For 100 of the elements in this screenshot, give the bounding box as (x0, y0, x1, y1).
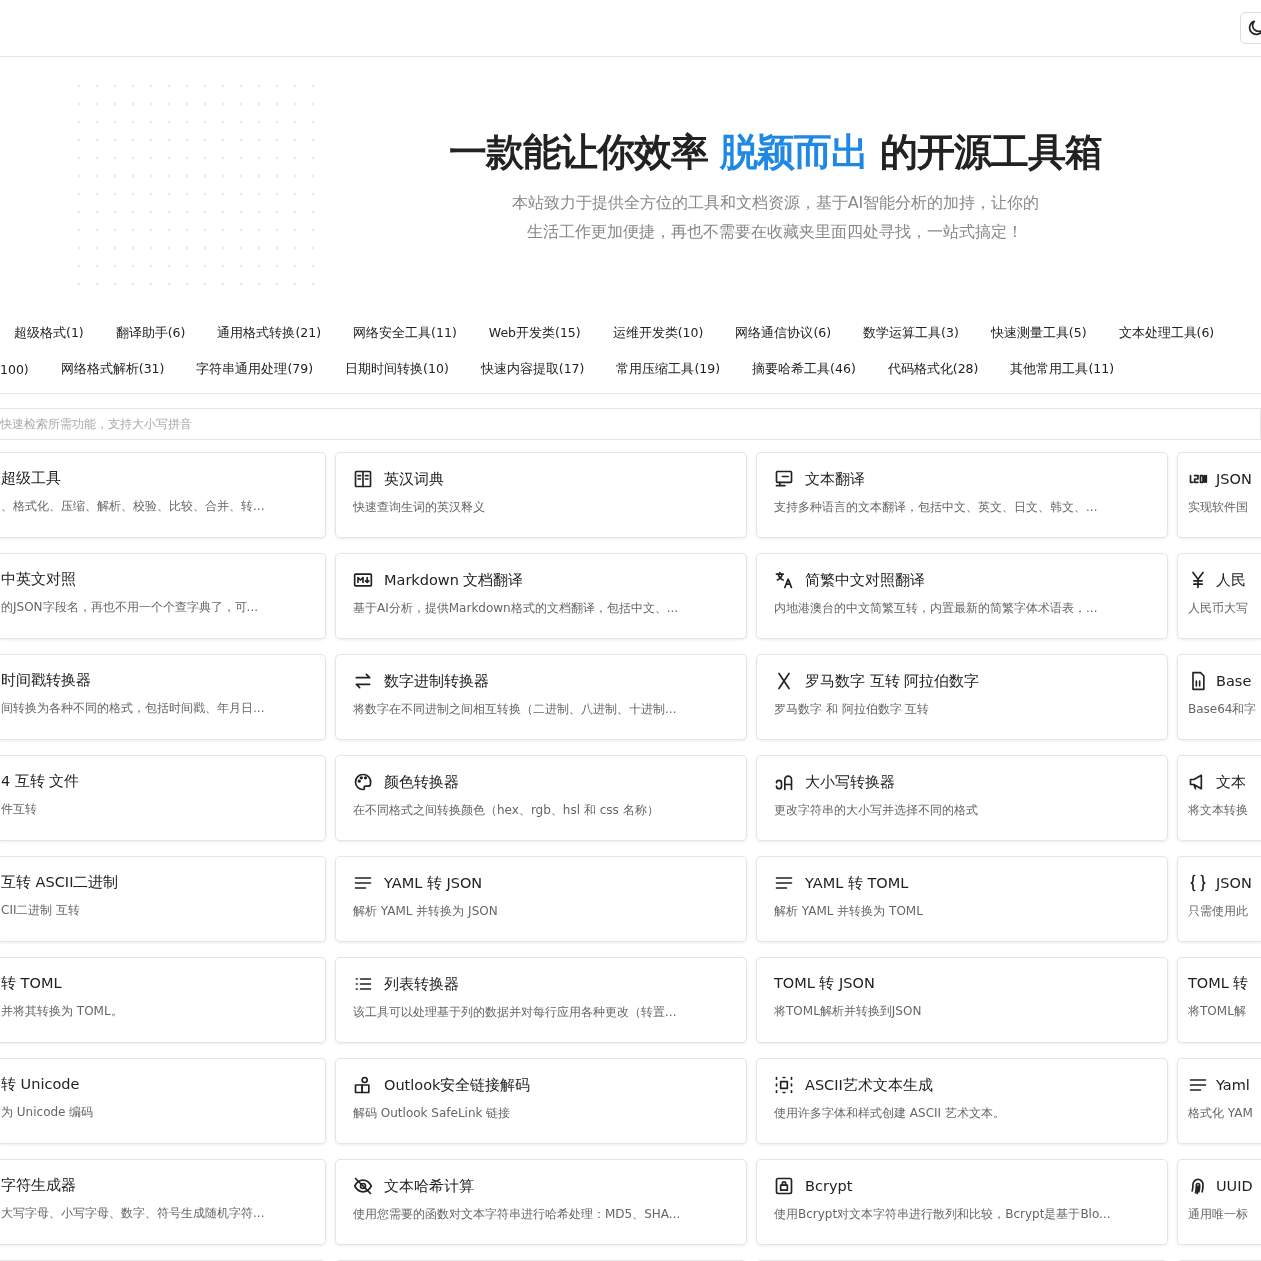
tool-description: Base64和字 (1188, 701, 1258, 718)
tool-title: 文本 (1216, 772, 1246, 792)
tool-title: 文本哈希计算 (384, 1176, 474, 1196)
focus-icon (774, 1075, 794, 1095)
tool-card[interactable]: JSON 实现软件国 (1177, 452, 1261, 538)
swap-arrows-icon (353, 671, 373, 691)
tool-title: 简繁中文对照翻译 (805, 570, 925, 590)
tool-title: 罗马数字 互转 阿拉伯数字 (805, 671, 980, 691)
category-tab[interactable]: 快速测量工具(5) (990, 324, 1087, 342)
tool-card[interactable]: 数字进制转换器 将数字在不同进制之间相互转换（二进制、八进制、十进制... (335, 654, 747, 740)
hero-title: 一款能让你效率 脱颖而出 的开源工具箱 (448, 129, 1103, 176)
tool-title: 互转 ASCII二进制 (1, 873, 119, 892)
tool-card[interactable]: Bcrypt 使用Bcrypt对文本字符串进行散列和比较，Bcrypt是基于Blo... (756, 1159, 1168, 1245)
tool-description: 、格式化、压缩、解析、校验、比较、合并、转... (1, 498, 266, 515)
category-tab[interactable]: 字符串通用处理(79) (196, 360, 314, 378)
tool-card[interactable]: TOML 转 JSON 将TOML解析并转换到JSON (756, 957, 1168, 1043)
tool-title: 转 TOML (1, 974, 62, 993)
search-field[interactable]: 快速检索所需功能，支持大小写拼音 (0, 408, 1261, 440)
tool-title: 人民 (1216, 570, 1246, 590)
tool-card[interactable]: 文本 将文本转换 (1177, 755, 1261, 841)
tool-card[interactable]: 4 互转 文件 件互转 (0, 755, 326, 841)
tool-title: YAML 转 TOML (805, 873, 909, 893)
tool-card[interactable]: 转 Unicode 为 Unicode 编码 (0, 1058, 326, 1144)
tool-title: TOML 转 JSON (774, 974, 875, 993)
tool-card[interactable]: ASCII艺术文本生成 使用许多字体和样式创建 ASCII 艺术文本。 (756, 1058, 1168, 1144)
tool-card[interactable]: TOML 转 将TOML解 (1177, 957, 1261, 1043)
tool-title: 英汉词典 (384, 469, 444, 489)
tool-card[interactable]: Base Base64和字 (1177, 654, 1261, 740)
braces-icon (1188, 873, 1208, 893)
tool-description: 使用许多字体和样式创建 ASCII 艺术文本。 (774, 1105, 1006, 1122)
eye-off-icon (353, 1176, 373, 1196)
tool-card[interactable]: 人民 人民币大写 (1177, 553, 1261, 639)
tool-card[interactable]: 简繁中文对照翻译 内地港澳台的中文简繁互转，内置最新的简繁字体术语表，... (756, 553, 1168, 639)
tool-card[interactable]: YAML 转 TOML 解析 YAML 并转换为 TOML (756, 856, 1168, 942)
tool-card[interactable]: 超级工具 、格式化、压缩、解析、校验、比较、合并、转... (0, 452, 326, 538)
tool-description: 只需使用此 (1188, 903, 1249, 920)
hero-subtitle: 本站致力于提供全方位的工具和文档资源，基于AI智能分析的加持，让你的 生活工作更加便捷，再也不需要在收藏夹里面四处寻找，一站式搞定！ (511, 192, 1040, 243)
tool-card[interactable]: 大小写转换器 更改字符串的大小写并选择不同的格式 (756, 755, 1168, 841)
book-icon (353, 469, 373, 489)
tool-description: 将TOML解 (1188, 1003, 1247, 1020)
category-tab[interactable]: 网络安全工具(11) (353, 324, 457, 342)
tool-description: 人民币大写 (1188, 600, 1249, 617)
category-tab[interactable]: 常用压缩工具(19) (616, 360, 721, 378)
tool-description: 实现软件国 (1188, 499, 1249, 516)
tool-description: 将文本转换 (1188, 802, 1249, 819)
tool-card[interactable]: Outlook安全链接解码 解码 Outlook SafeLink 链接 (335, 1058, 747, 1144)
tool-card[interactable]: 互转 ASCII二进制 CII二进制 互转 (0, 856, 326, 942)
category-tab[interactable]: 网络通信协议(6) (735, 324, 832, 342)
tool-card[interactable]: 时间戳转换器 间转换为各种不同的格式，包括时间戳、年月日... (0, 654, 326, 740)
category-tab[interactable]: 快速内容提取(17) (480, 360, 585, 378)
category-tab[interactable]: 网络格式解析(31) (60, 360, 165, 378)
tool-description: 在不同格式之间转换颜色（hex、rgb、hsl 和 css 名称） (353, 802, 660, 819)
tool-description: 将数字在不同进制之间相互转换（二进制、八进制、十进制... (353, 701, 678, 718)
category-tab[interactable]: 文本处理工具(6) (1118, 324, 1215, 342)
tool-title: 转 Unicode (1, 1075, 80, 1094)
tool-title: Base (1216, 673, 1252, 689)
tool-title: 中英文对照 (1, 570, 76, 589)
tool-card[interactable]: 中英文对照 的JSON字段名，再也不用一个个查字典了，可... (0, 553, 326, 639)
tool-description: 大写字母、小写字母、数字、符号生成随机字符... (1, 1205, 266, 1222)
tool-description: 基于AI分析，提供Markdown格式的文档翻译，包括中文、... (353, 600, 680, 617)
category-tab[interactable]: 数学运算工具(3) (863, 324, 959, 342)
category-tab[interactable]: 代码格式化(28) (887, 360, 979, 378)
tool-title: 文本翻译 (805, 469, 865, 489)
tool-card[interactable]: Yaml 格式化 YAM (1177, 1058, 1261, 1144)
category-tab[interactable]: 运维开发类(10) (612, 324, 704, 342)
tool-card[interactable]: 文本翻译 支持多种语言的文本翻译，包括中文、英文、日文、韩文、... (756, 452, 1168, 538)
tool-card[interactable]: JSON 只需使用此 (1177, 856, 1261, 942)
tool-card[interactable]: YAML 转 JSON 解析 YAML 并转换为 JSON (335, 856, 747, 942)
tool-title: UUID (1216, 1178, 1253, 1194)
moon-icon (1246, 18, 1261, 38)
category-tab[interactable]: 100) (0, 361, 29, 377)
category-tab[interactable]: Web开发类(15) (488, 324, 581, 342)
tool-title: 颜色转换器 (384, 772, 459, 792)
tool-description: 使用您需要的函数对文本字符串进行哈希处理：MD5、SHA... (353, 1206, 682, 1223)
tool-card[interactable]: 字符生成器 大写字母、小写字母、数字、符号生成随机字符... (0, 1159, 326, 1245)
category-tab[interactable]: 摘要哈希工具(46) (752, 360, 856, 378)
tool-description: 为 Unicode 编码 (1, 1104, 95, 1121)
category-tab[interactable]: 超级格式(1) (14, 324, 84, 342)
lock-icon (774, 1176, 794, 1196)
tool-title: TOML 转 (1188, 974, 1249, 993)
tool-card[interactable]: 英汉词典 快速查询生词的英汉释义 (335, 452, 747, 538)
category-tab[interactable]: 其他常用工具(11) (1010, 360, 1115, 378)
tool-card[interactable]: 列表转换器 该工具可以处理基于列的数据并对每行应用各种更改（转置... (335, 957, 747, 1043)
tool-description: 将TOML解析并转换到JSON (774, 1003, 923, 1020)
tool-card[interactable]: 罗马数字 互转 阿拉伯数字 罗马数字 和 阿拉伯数字 互转 (756, 654, 1168, 740)
category-tab[interactable]: 日期时间转换(10) (345, 360, 449, 378)
tool-card[interactable]: 文本哈希计算 使用您需要的函数对文本字符串进行哈希处理：MD5、SHA... (335, 1159, 747, 1245)
tool-card[interactable]: 转 TOML 并将其转换为 TOML。 (0, 957, 326, 1043)
markdown-icon (353, 570, 373, 590)
tool-card[interactable]: UUID 通用唯一标 (1177, 1159, 1261, 1245)
category-tab[interactable]: 翻译助手(6) (115, 324, 186, 342)
tool-description: 解码 Outlook SafeLink 链接 (353, 1105, 512, 1122)
blocks-icon (353, 1075, 373, 1095)
tool-title: 列表转换器 (384, 974, 459, 994)
category-tab[interactable]: 通用格式转换(21) (217, 324, 322, 342)
tool-description: 解析 YAML 并转换为 JSON (353, 903, 499, 920)
tool-card[interactable]: 颜色转换器 在不同格式之间转换颜色（hex、rgb、hsl 和 css 名称） (335, 755, 747, 841)
letter-case-icon (774, 772, 794, 792)
tool-card[interactable]: Markdown 文档翻译 基于AI分析，提供Markdown格式的文档翻译，包括中文、... (335, 553, 747, 639)
tool-description: 间转换为各种不同的格式，包括时间戳、年月日... (1, 700, 266, 717)
